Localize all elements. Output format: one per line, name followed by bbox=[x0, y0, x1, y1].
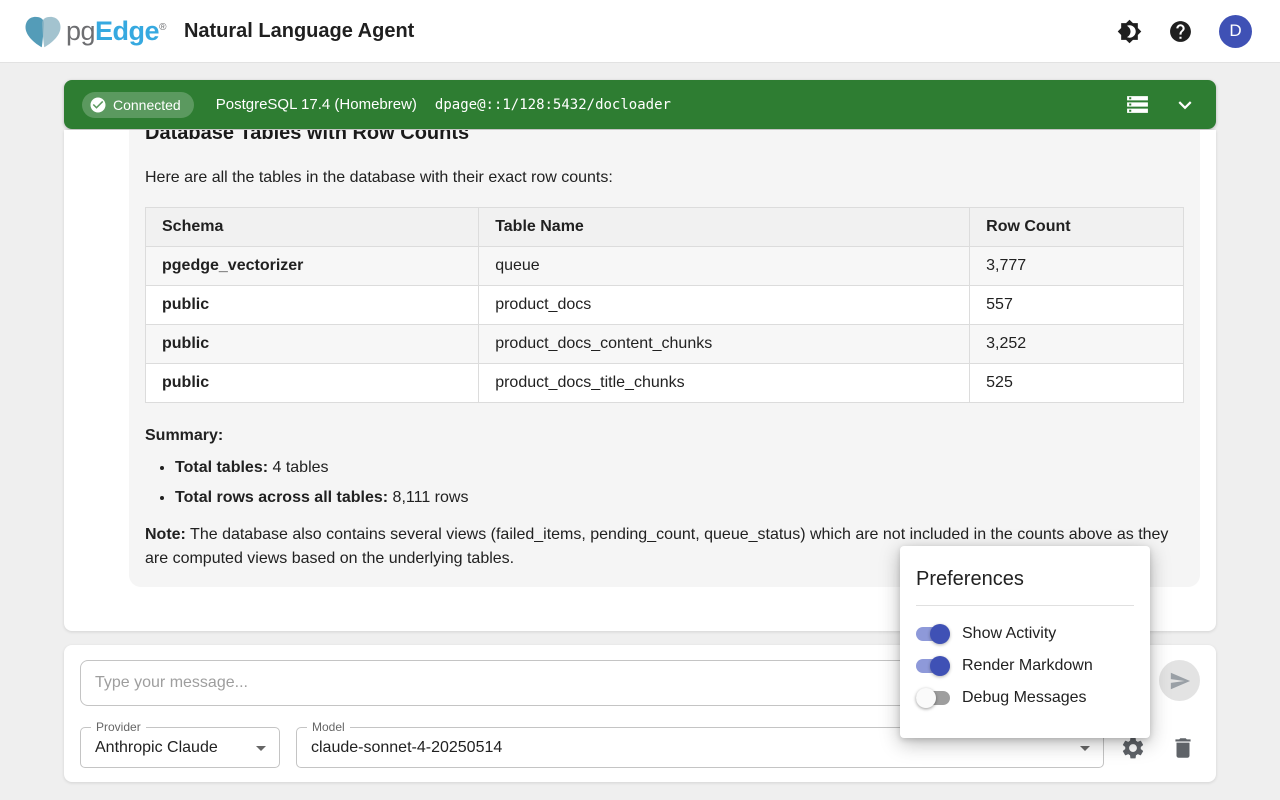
cell-table-name: product_docs bbox=[479, 286, 970, 325]
provider-select-label: Provider bbox=[91, 720, 146, 734]
send-button[interactable] bbox=[1159, 660, 1200, 701]
dropdown-arrow-icon bbox=[249, 736, 273, 765]
check-circle-icon bbox=[89, 96, 107, 114]
cell-row-count: 3,252 bbox=[970, 325, 1184, 364]
model-select-label: Model bbox=[307, 720, 350, 734]
settings-gear-icon[interactable] bbox=[1120, 735, 1146, 761]
toggle-show-activity[interactable]: Show Activity bbox=[916, 618, 1134, 650]
connection-status-label: Connected bbox=[113, 97, 181, 113]
pgedge-logo-icon bbox=[22, 11, 64, 51]
preferences-popup: Preferences Show Activity Render Markdow… bbox=[900, 546, 1150, 738]
divider bbox=[916, 605, 1134, 606]
assistant-message-bubble: Database Tables with Row Counts Here are… bbox=[129, 130, 1200, 587]
trash-icon[interactable] bbox=[1170, 735, 1196, 761]
cell-row-count: 3,777 bbox=[970, 247, 1184, 286]
message-intro: Here are all the tables in the database … bbox=[145, 169, 1184, 187]
table-row: public product_docs_content_chunks 3,252 bbox=[146, 325, 1184, 364]
show-activity-switch[interactable] bbox=[916, 627, 950, 641]
table-row: public product_docs 557 bbox=[146, 286, 1184, 325]
toggle-label: Render Markdown bbox=[962, 657, 1093, 675]
list-item: Total tables: 4 tables bbox=[175, 459, 1184, 477]
cell-schema: public bbox=[146, 286, 479, 325]
cell-row-count: 525 bbox=[970, 364, 1184, 403]
column-header-schema: Schema bbox=[146, 208, 479, 247]
send-icon bbox=[1169, 670, 1191, 692]
list-item: Total rows across all tables: 8,111 rows bbox=[175, 489, 1184, 507]
toggle-debug-messages[interactable]: Debug Messages bbox=[916, 682, 1134, 714]
help-icon[interactable] bbox=[1168, 19, 1193, 44]
cell-schema: public bbox=[146, 325, 479, 364]
pgedge-logo: pgEdge® bbox=[22, 11, 166, 51]
connection-bar: Connected PostgreSQL 17.4 (Homebrew) dpa… bbox=[64, 80, 1216, 129]
user-avatar[interactable]: D bbox=[1219, 15, 1252, 48]
dark-mode-toggle-icon[interactable] bbox=[1117, 19, 1142, 44]
database-list-icon[interactable] bbox=[1125, 92, 1150, 117]
dropdown-arrow-icon bbox=[1073, 736, 1097, 765]
server-version-label: PostgreSQL 17.4 (Homebrew) bbox=[216, 96, 417, 113]
page-title: Natural Language Agent bbox=[184, 20, 414, 43]
cell-schema: public bbox=[146, 364, 479, 403]
pgedge-logo-text: pgEdge® bbox=[66, 16, 166, 47]
row-counts-table: Schema Table Name Row Count pgedge_vecto… bbox=[145, 207, 1184, 403]
table-row: public product_docs_title_chunks 525 bbox=[146, 364, 1184, 403]
connection-status-badge: Connected bbox=[82, 92, 194, 118]
provider-select[interactable]: Provider Anthropic Claude bbox=[80, 727, 280, 768]
chevron-down-icon[interactable] bbox=[1172, 92, 1198, 118]
cell-schema: pgedge_vectorizer bbox=[146, 247, 479, 286]
cell-row-count: 557 bbox=[970, 286, 1184, 325]
cell-table-name: product_docs_title_chunks bbox=[479, 364, 970, 403]
debug-messages-switch[interactable] bbox=[916, 691, 950, 705]
toggle-label: Show Activity bbox=[962, 625, 1056, 643]
connection-string: dpage@::1/128:5432/docloader bbox=[435, 97, 671, 113]
table-header-row: Schema Table Name Row Count bbox=[146, 208, 1184, 247]
header-actions: D bbox=[1117, 15, 1252, 48]
app-header: pgEdge® Natural Language Agent D bbox=[0, 0, 1280, 63]
toggle-label: Debug Messages bbox=[962, 689, 1087, 707]
cell-table-name: product_docs_content_chunks bbox=[479, 325, 970, 364]
render-markdown-switch[interactable] bbox=[916, 659, 950, 673]
column-header-row-count: Row Count bbox=[970, 208, 1184, 247]
toggle-render-markdown[interactable]: Render Markdown bbox=[916, 650, 1134, 682]
message-heading: Database Tables with Row Counts bbox=[145, 130, 1184, 145]
summary-list: Total tables: 4 tables Total rows across… bbox=[145, 459, 1184, 507]
summary-heading: Summary: bbox=[145, 427, 1184, 445]
cell-table-name: queue bbox=[479, 247, 970, 286]
column-header-table-name: Table Name bbox=[479, 208, 970, 247]
preferences-title: Preferences bbox=[916, 568, 1134, 591]
table-row: pgedge_vectorizer queue 3,777 bbox=[146, 247, 1184, 286]
